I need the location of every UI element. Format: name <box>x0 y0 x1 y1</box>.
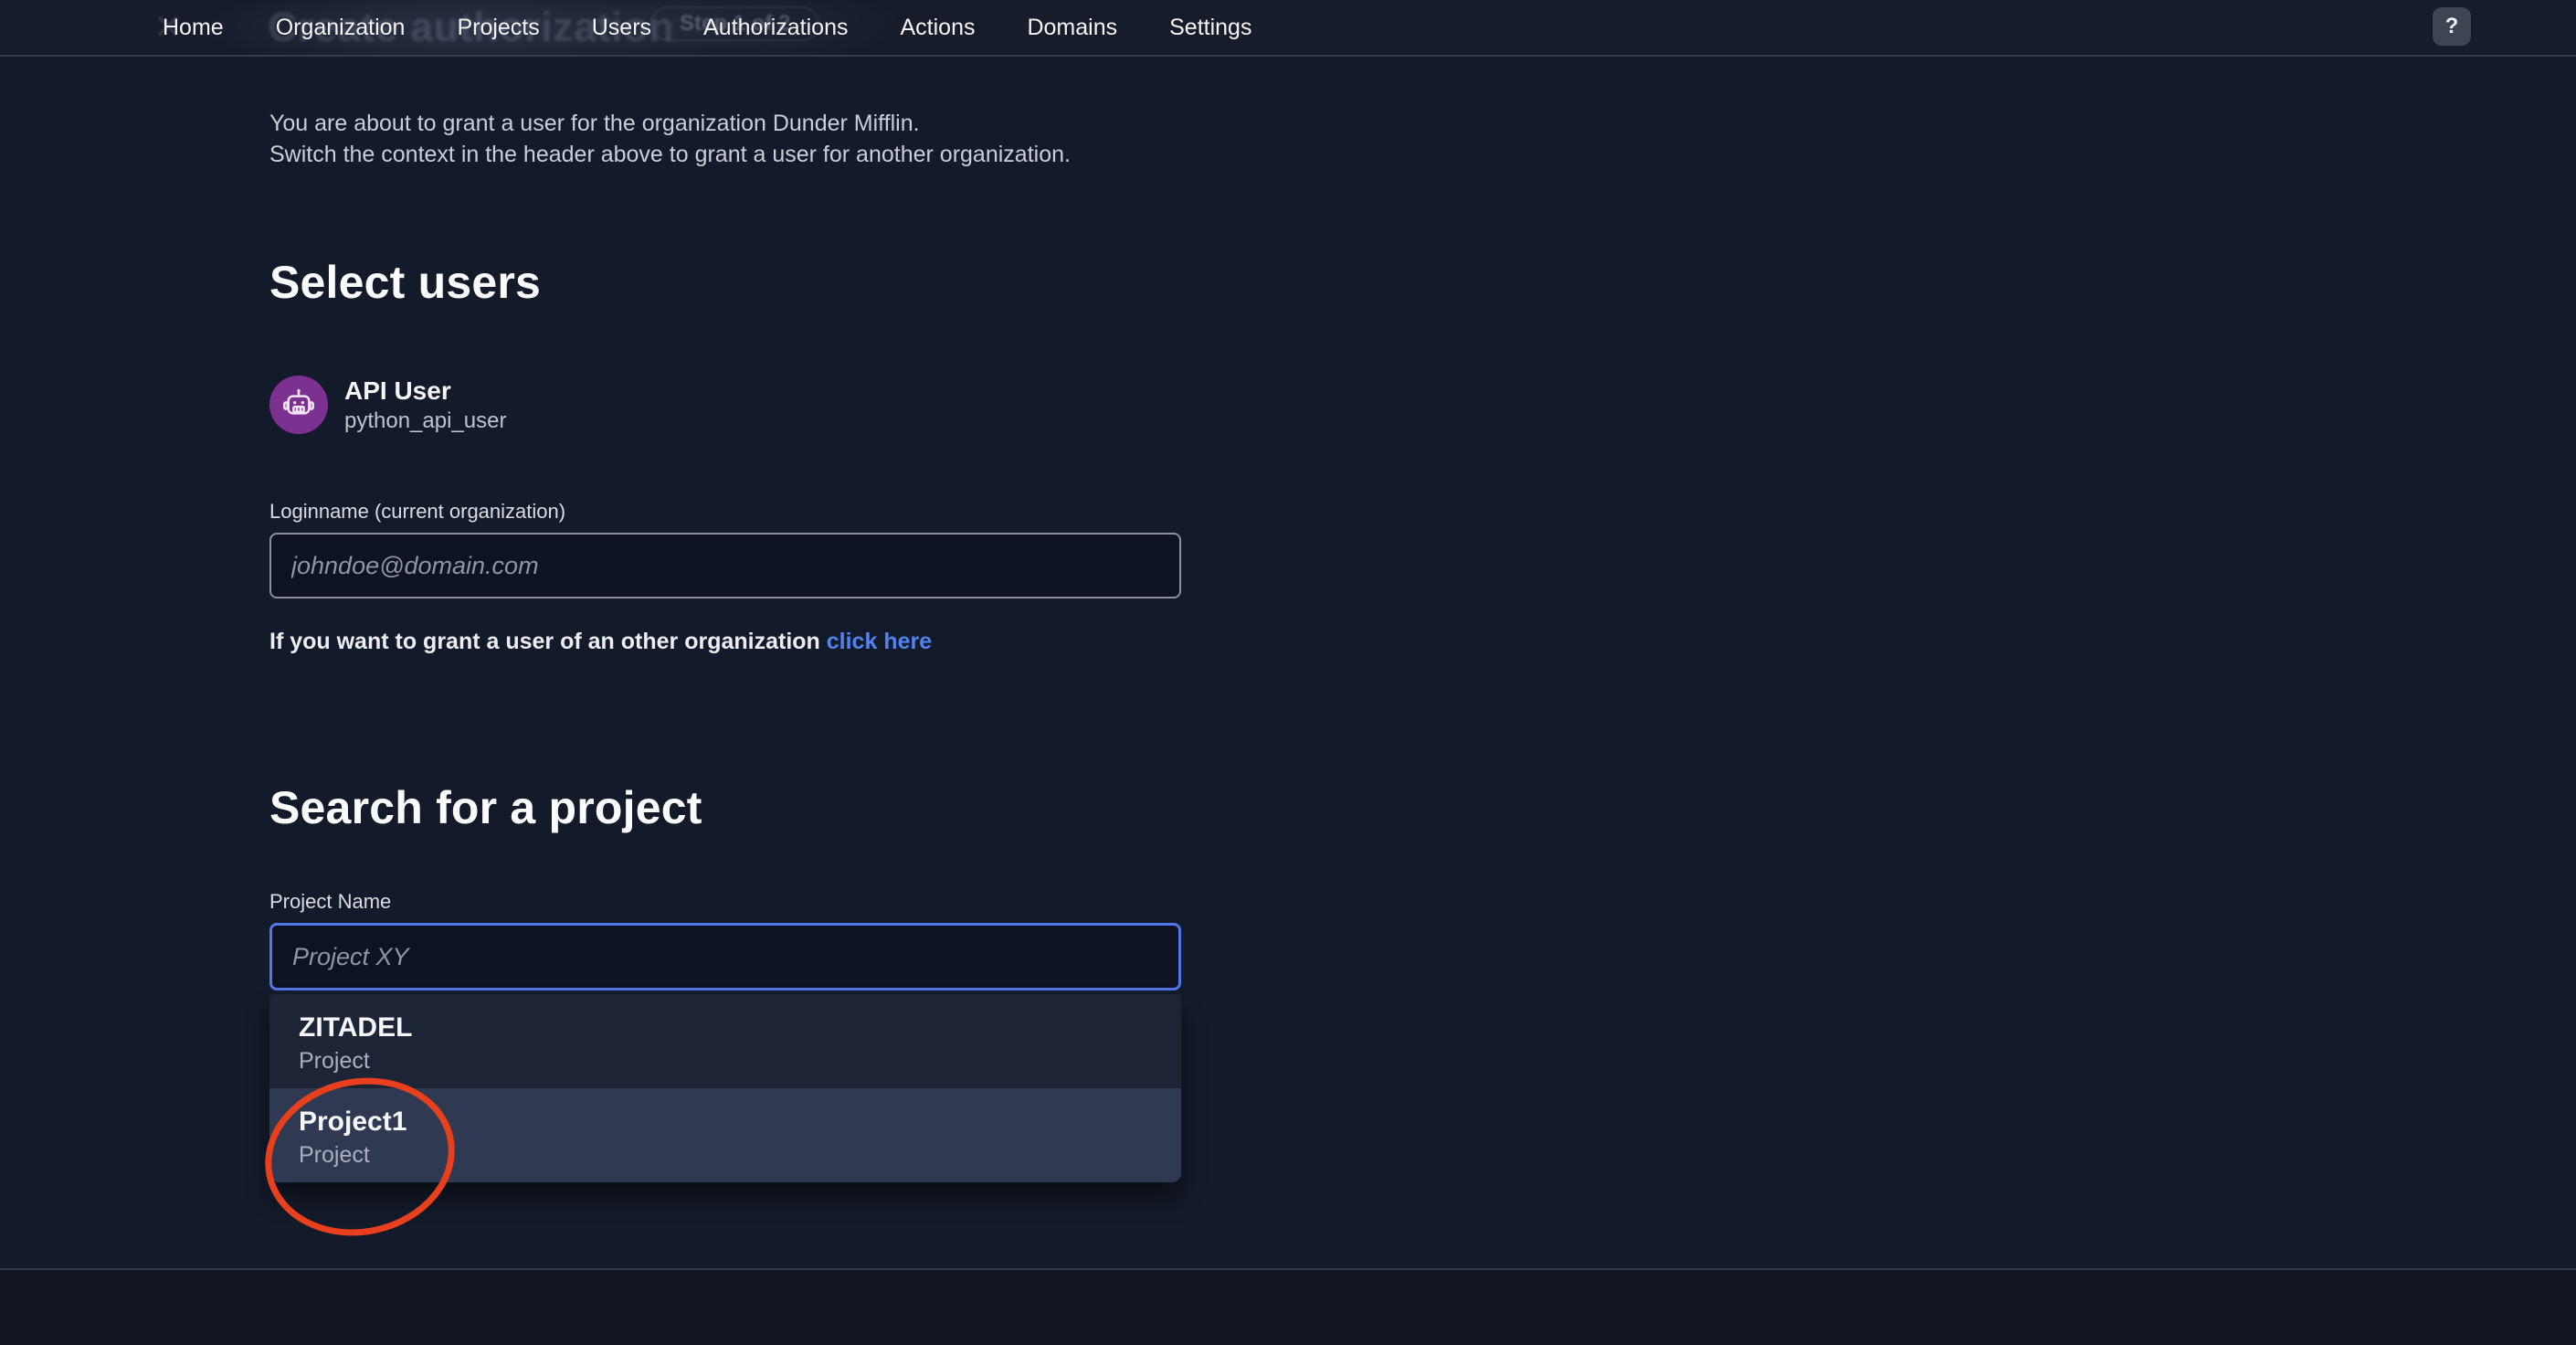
option-type: Project <box>299 1142 370 1168</box>
option-name: ZITADEL <box>299 1012 413 1043</box>
loginname-label: Loginname (current organization) <box>269 500 566 523</box>
nav-item-actions[interactable]: Actions <box>900 15 975 41</box>
project-option-zitadel[interactable]: ZITADEL Project <box>269 994 1181 1088</box>
nav-menu: Home Organization Projects Users Authori… <box>163 0 1251 55</box>
click-here-link[interactable]: click here <box>827 629 932 654</box>
project-autocomplete: ZITADEL Project Project1 Project <box>265 923 1181 1236</box>
user-avatar <box>269 376 328 434</box>
nav-item-organization[interactable]: Organization <box>276 15 406 41</box>
footer <box>0 1268 2576 1345</box>
nav-item-settings[interactable]: Settings <box>1169 15 1251 41</box>
user-display-name: API User <box>344 376 451 405</box>
intro-text: You are about to grant a user for the or… <box>269 108 2576 170</box>
app-window: ✕ Create authorization Step 1 of 2 Home … <box>0 0 2576 1345</box>
project-name-label: Project Name <box>269 890 392 913</box>
nav-item-authorizations[interactable]: Authorizations <box>703 15 848 41</box>
robot-icon <box>283 389 314 415</box>
option-type: Project <box>299 1048 370 1074</box>
project-dropdown: ZITADEL Project Project1 Project <box>269 994 1181 1182</box>
intro-line-2: Switch the context in the header above t… <box>269 142 1071 167</box>
other-org-text: If you want to grant a user of an other … <box>269 628 2576 655</box>
project-name-input[interactable] <box>269 923 1181 990</box>
main-content: You are about to grant a user for the or… <box>0 57 2576 1236</box>
loginname-input[interactable] <box>269 533 1181 598</box>
user-meta: API User python_api_user <box>344 375 506 435</box>
help-button[interactable]: ? <box>2433 7 2471 46</box>
user-login-name: python_api_user <box>344 408 507 433</box>
intro-line-1: You are about to grant a user for the or… <box>269 111 920 136</box>
option-name: Project1 <box>299 1107 407 1137</box>
select-users-heading: Select users <box>269 257 542 308</box>
top-nav: ✕ Create authorization Step 1 of 2 Home … <box>0 0 2576 57</box>
other-org-label: If you want to grant a user of an other … <box>269 629 820 654</box>
project-option-project1[interactable]: Project1 Project <box>269 1088 1181 1182</box>
nav-item-home[interactable]: Home <box>163 15 224 41</box>
nav-item-projects[interactable]: Projects <box>457 15 539 41</box>
selected-user-row[interactable]: API User python_api_user <box>269 375 506 435</box>
nav-item-users[interactable]: Users <box>592 15 651 41</box>
nav-item-domains[interactable]: Domains <box>1027 15 1117 41</box>
search-project-heading: Search for a project <box>269 782 702 833</box>
